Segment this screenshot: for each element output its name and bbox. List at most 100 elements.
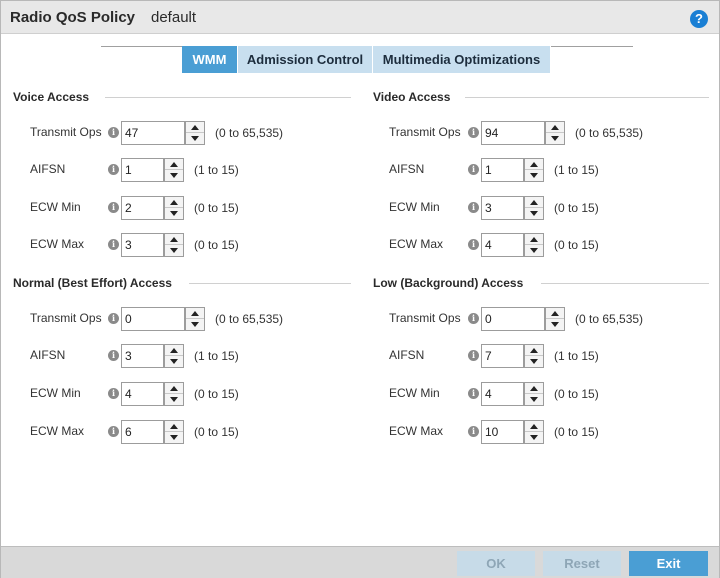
video-aifsn-stepper[interactable] (524, 158, 544, 182)
info-icon[interactable]: i (108, 313, 119, 324)
increment-button[interactable] (165, 345, 183, 356)
normal-transmit-ops-input[interactable]: 0 (121, 307, 185, 331)
normal-aifsn-stepper[interactable] (164, 344, 184, 368)
decrement-button[interactable] (165, 208, 183, 219)
increment-button[interactable] (186, 122, 204, 133)
video-ecw-min-stepper[interactable] (524, 196, 544, 220)
info-icon[interactable]: i (108, 164, 119, 175)
info-icon[interactable]: i (108, 239, 119, 250)
decrement-button[interactable] (525, 356, 543, 367)
normal-ecw-max-input[interactable]: 6 (121, 420, 164, 444)
decrement-button[interactable] (165, 394, 183, 405)
increment-button[interactable] (165, 421, 183, 432)
low-transmit-ops-stepper[interactable] (545, 307, 565, 331)
low-ecw-min-range: (0 to 15) (554, 387, 599, 401)
voice-ecw-min-input[interactable]: 2 (121, 196, 164, 220)
decrement-button[interactable] (525, 245, 543, 256)
voice-aifsn-label: AIFSN (30, 162, 66, 176)
info-icon[interactable]: i (108, 202, 119, 213)
decrement-button[interactable] (546, 319, 564, 330)
increment-button[interactable] (546, 122, 564, 133)
increment-button[interactable] (525, 345, 543, 356)
info-icon[interactable]: i (468, 164, 479, 175)
info-icon[interactable]: i (108, 127, 119, 138)
video-transmit-ops-input[interactable]: 94 (481, 121, 545, 145)
voice-ecw-min-stepper[interactable] (164, 196, 184, 220)
chevron-down-icon (170, 248, 178, 253)
voice-transmit-ops-stepper[interactable] (185, 121, 205, 145)
chevron-up-icon (170, 237, 178, 242)
info-icon[interactable]: i (108, 426, 119, 437)
video-transmit-ops-stepper[interactable] (545, 121, 565, 145)
voice-ecw-max-input[interactable]: 3 (121, 233, 164, 257)
tab-multimedia-optimizations[interactable]: Multimedia Optimizations (373, 46, 551, 73)
video-ecw-max-input[interactable]: 4 (481, 233, 524, 257)
increment-button[interactable] (165, 197, 183, 208)
normal-transmit-ops-range: (0 to 65,535) (215, 312, 284, 326)
info-icon[interactable]: i (468, 350, 479, 361)
voice-aifsn-stepper[interactable] (164, 158, 184, 182)
decrement-button[interactable] (165, 245, 183, 256)
info-icon[interactable]: i (108, 388, 119, 399)
low-ecw-max-stepper[interactable] (524, 420, 544, 444)
normal-transmit-ops-stepper[interactable] (185, 307, 205, 331)
low-ecw-max-input[interactable]: 10 (481, 420, 524, 444)
reset-button[interactable]: Reset (543, 551, 621, 576)
increment-button[interactable] (186, 308, 204, 319)
tab-admission-control[interactable]: Admission Control (238, 46, 373, 73)
normal-ecw-max-stepper[interactable] (164, 420, 184, 444)
chevron-down-icon (170, 173, 178, 178)
chevron-down-icon (191, 136, 199, 141)
increment-button[interactable] (546, 308, 564, 319)
increment-button[interactable] (525, 383, 543, 394)
decrement-button[interactable] (186, 133, 204, 144)
normal-ecw-min-input[interactable]: 4 (121, 382, 164, 406)
video-section-title: Video Access (373, 90, 451, 104)
voice-aifsn-input[interactable]: 1 (121, 158, 164, 182)
decrement-button[interactable] (186, 319, 204, 330)
decrement-button[interactable] (525, 432, 543, 443)
increment-button[interactable] (165, 159, 183, 170)
ok-button[interactable]: OK (457, 551, 535, 576)
low-aifsn-stepper[interactable] (524, 344, 544, 368)
chevron-down-icon (170, 211, 178, 216)
increment-button[interactable] (165, 234, 183, 245)
info-icon[interactable]: i (468, 239, 479, 250)
chevron-up-icon (530, 348, 538, 353)
decrement-button[interactable] (525, 208, 543, 219)
tab-wmm[interactable]: WMM (182, 46, 238, 73)
voice-aifsn-range: (1 to 15) (194, 163, 239, 177)
video-ecw-max-stepper[interactable] (524, 233, 544, 257)
increment-button[interactable] (525, 159, 543, 170)
help-icon[interactable]: ? (690, 10, 708, 28)
info-icon[interactable]: i (468, 388, 479, 399)
info-icon[interactable]: i (468, 127, 479, 138)
decrement-button[interactable] (165, 170, 183, 181)
info-icon[interactable]: i (468, 426, 479, 437)
increment-button[interactable] (525, 234, 543, 245)
low-ecw-min-input[interactable]: 4 (481, 382, 524, 406)
decrement-button[interactable] (546, 133, 564, 144)
video-ecw-min-input[interactable]: 3 (481, 196, 524, 220)
info-icon[interactable]: i (468, 313, 479, 324)
decrement-button[interactable] (525, 170, 543, 181)
low-ecw-min-stepper[interactable] (524, 382, 544, 406)
normal-aifsn-input[interactable]: 3 (121, 344, 164, 368)
video-aifsn-input[interactable]: 1 (481, 158, 524, 182)
normal-ecw-min-stepper[interactable] (164, 382, 184, 406)
voice-transmit-ops-input[interactable]: 47 (121, 121, 185, 145)
info-icon[interactable]: i (468, 202, 479, 213)
exit-button[interactable]: Exit (629, 551, 708, 576)
video-ecw-max-label: ECW Max (389, 237, 443, 251)
info-icon[interactable]: i (108, 350, 119, 361)
voice-ecw-max-stepper[interactable] (164, 233, 184, 257)
low-transmit-ops-input[interactable]: 0 (481, 307, 545, 331)
policy-name: default (151, 9, 197, 26)
increment-button[interactable] (525, 197, 543, 208)
decrement-button[interactable] (525, 394, 543, 405)
decrement-button[interactable] (165, 356, 183, 367)
increment-button[interactable] (165, 383, 183, 394)
low-aifsn-input[interactable]: 7 (481, 344, 524, 368)
increment-button[interactable] (525, 421, 543, 432)
decrement-button[interactable] (165, 432, 183, 443)
